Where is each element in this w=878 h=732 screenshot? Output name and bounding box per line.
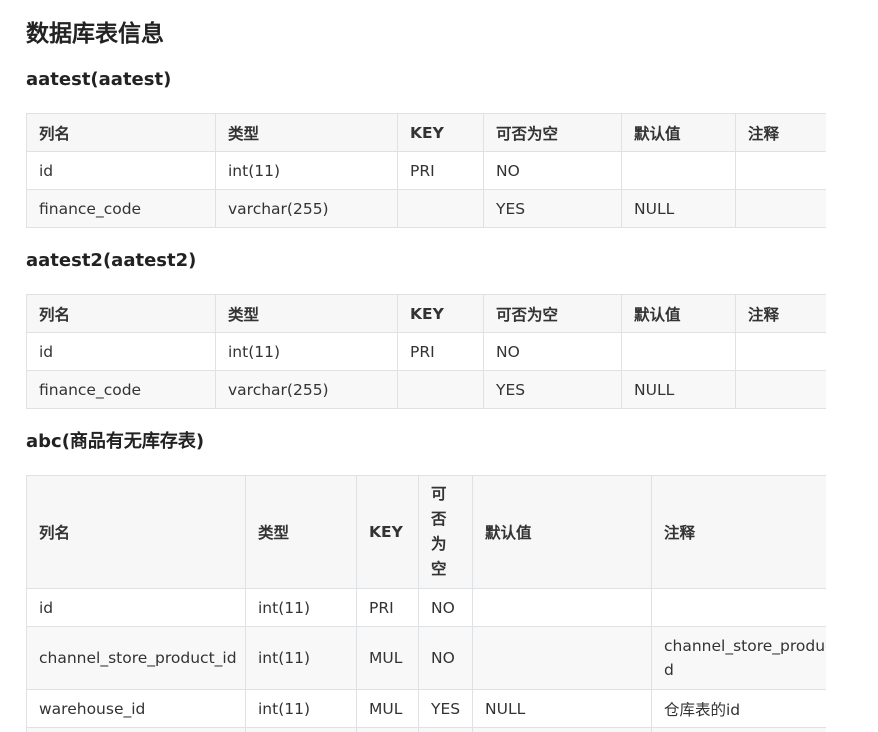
cell-comment [651, 588, 826, 627]
col-header-key: KEY [397, 113, 484, 152]
col-header-name: 列名 [26, 294, 216, 333]
cell-nullable: YES [418, 689, 473, 728]
table-row: id int(11) PRI NO [26, 588, 826, 627]
cell-name: id [26, 151, 216, 190]
page-title: 数据库表信息 [26, 21, 164, 47]
cell-default [472, 588, 652, 627]
col-header-comment: 注释 [735, 294, 826, 333]
cell-comment: channel_store_product的关联id [651, 626, 826, 690]
cell-nullable: NO [418, 588, 473, 627]
cell-nullable: NO [483, 332, 622, 371]
cell-default: NULL [621, 370, 736, 409]
col-header-type: 类型 [215, 294, 398, 333]
cell-key: MUL [356, 626, 419, 690]
cell-nullable: NO [418, 626, 473, 690]
cell-comment [735, 332, 826, 371]
table-row: warehouse_id int(11) MUL YES NULL 仓库表的id [26, 689, 826, 728]
cell-name: warehouse_id [26, 689, 246, 728]
col-header-name: 列名 [26, 475, 246, 589]
col-header-comment: 注释 [735, 113, 826, 152]
cell-key [397, 189, 484, 228]
col-header-nullable-cell: 可否为空 [418, 475, 473, 589]
table-row: finance_code varchar(255) YES NULL [26, 189, 826, 228]
cell-type: varchar(255) [215, 189, 398, 228]
cell-empty [418, 727, 473, 732]
cell-type: int(11) [215, 151, 398, 190]
cell-empty [651, 727, 826, 732]
col-header-nullable: 可否为空 [483, 113, 622, 152]
cell-name: id [26, 332, 216, 371]
col-header-comment: 注释 [651, 475, 826, 589]
col-header-default: 默认值 [472, 475, 652, 589]
col-header-key: KEY [356, 475, 419, 589]
col-header-nullable: 可否为空 [483, 294, 622, 333]
cell-nullable: YES [483, 370, 622, 409]
cell-nullable: YES [483, 189, 622, 228]
cell-name: finance_code [26, 189, 216, 228]
cell-empty [245, 727, 357, 732]
cell-key: PRI [356, 588, 419, 627]
cell-default: NULL [621, 189, 736, 228]
cell-key: MUL [356, 689, 419, 728]
table-heading-abc: abc(商品有无库存表) [26, 431, 205, 452]
col-header-default: 默认值 [621, 294, 736, 333]
table-row [26, 727, 826, 732]
cell-name: id [26, 588, 246, 627]
cell-empty [26, 727, 246, 732]
cell-type: int(11) [245, 689, 357, 728]
cell-type: int(11) [245, 626, 357, 690]
table-header-row: 列名 类型 KEY 可否为空 默认值 注释 [26, 294, 826, 333]
table-aatest: 列名 类型 KEY 可否为空 默认值 注释 id int(11) PRI NO [26, 113, 826, 228]
cell-empty [472, 727, 652, 732]
cell-name: finance_code [26, 370, 216, 409]
cell-key: PRI [397, 332, 484, 371]
col-header-default: 默认值 [621, 113, 736, 152]
cell-default [621, 332, 736, 371]
table-header-row: 列名 类型 KEY 可否为空 默认值 注释 [26, 475, 826, 589]
col-header-nullable: 可否为空 [431, 485, 447, 578]
col-header-name: 列名 [26, 113, 216, 152]
cell-comment [735, 189, 826, 228]
cell-default: NULL [472, 689, 652, 728]
table-row: id int(11) PRI NO [26, 332, 826, 371]
table-abc[interactable]: 列名 类型 KEY 可否为空 默认值 注释 id int(11) PRI NO [26, 475, 826, 732]
col-header-type: 类型 [215, 113, 398, 152]
cell-type: int(11) [245, 588, 357, 627]
cell-key: PRI [397, 151, 484, 190]
table-row: finance_code varchar(255) YES NULL [26, 370, 826, 409]
cell-comment: 仓库表的id [651, 689, 826, 728]
table-row: channel_store_product_id int(11) MUL NO … [26, 626, 826, 690]
cell-nullable: NO [483, 151, 622, 190]
cell-default [472, 626, 652, 690]
col-header-key: KEY [397, 294, 484, 333]
cell-empty [356, 727, 419, 732]
table-aatest2: 列名 类型 KEY 可否为空 默认值 注释 id int(11) PRI NO [26, 294, 826, 409]
table-header-row: 列名 类型 KEY 可否为空 默认值 注释 [26, 113, 826, 152]
cell-key [397, 370, 484, 409]
cell-type: int(11) [215, 332, 398, 371]
table-heading-aatest: aatest(aatest) [26, 69, 172, 90]
table-row: id int(11) PRI NO [26, 151, 826, 190]
cell-type: varchar(255) [215, 370, 398, 409]
cell-name: channel_store_product_id [26, 626, 246, 690]
cell-default [621, 151, 736, 190]
col-header-type: 类型 [245, 475, 357, 589]
cell-comment [735, 151, 826, 190]
cell-comment [735, 370, 826, 409]
table-heading-aatest2: aatest2(aatest2) [26, 250, 197, 271]
